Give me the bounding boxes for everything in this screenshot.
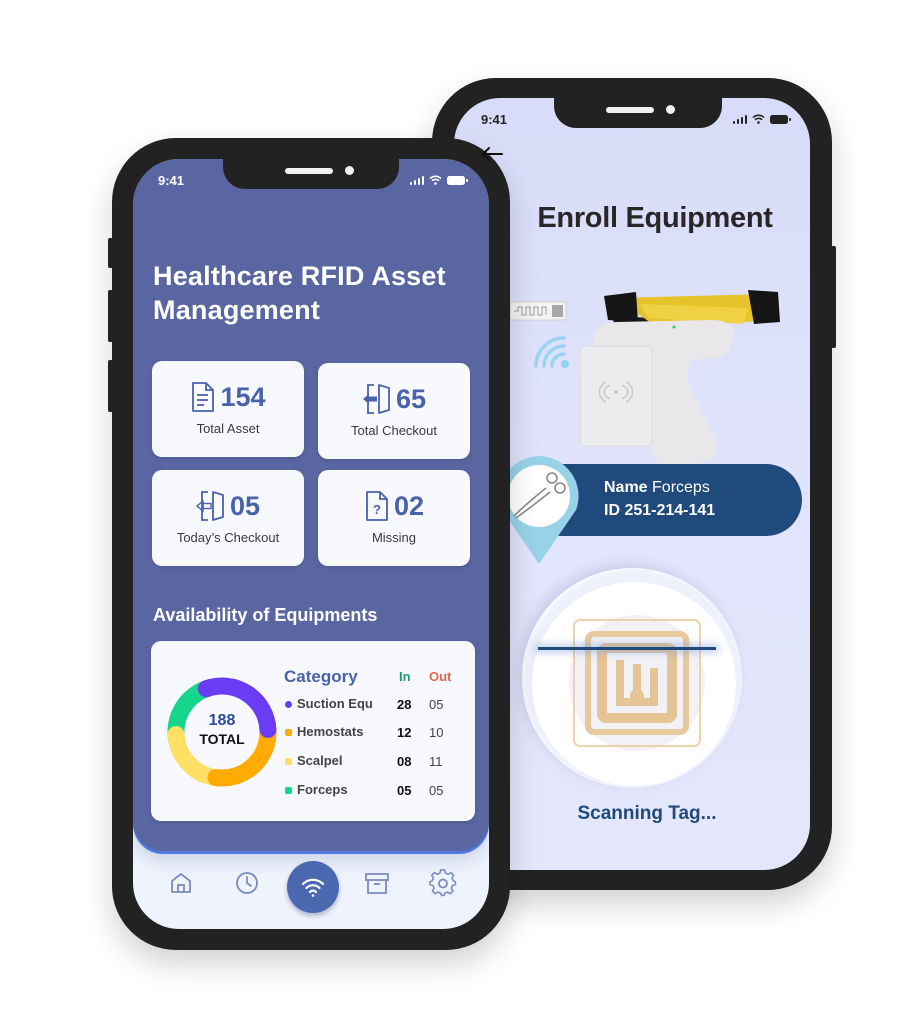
category-name: Scalpel: [297, 753, 343, 768]
battery-icon: [447, 175, 468, 185]
category-name: Suction Equ: [297, 696, 373, 711]
availability-card: 188 TOTAL Category In Out Suction Equ 28…: [151, 641, 475, 821]
cellular-signal-icon: [409, 175, 424, 185]
category-in: 28: [397, 697, 412, 712]
status-time: 9:41: [481, 112, 508, 127]
speaker: [285, 168, 333, 174]
notch: [554, 98, 722, 128]
equipment-id-label: ID: [604, 502, 620, 519]
wireless-signal-icon: [534, 336, 566, 368]
legend-dot: [285, 787, 292, 794]
app-title: Healthcare RFID Asset Management: [153, 259, 483, 327]
dashboard-screen: 9:41 Healthcare RFID Asset Management 15…: [133, 159, 489, 929]
rfid-scanner-gun: [579, 290, 780, 469]
category-in: 08: [397, 754, 412, 769]
stat-card-total-checkout[interactable]: 65 Total Checkout: [318, 363, 470, 459]
svg-text:?: ?: [373, 502, 381, 517]
wireless-dot: [561, 360, 569, 368]
door-exit-icon: [195, 491, 224, 521]
out-header: Out: [429, 669, 452, 684]
power-button: [831, 246, 836, 348]
legend-dot: [285, 729, 292, 736]
category-row: Forceps 05 05: [285, 782, 465, 800]
category-out: 05: [429, 783, 444, 798]
clock-icon[interactable]: [233, 869, 261, 897]
section-title: Availability of Equipments: [153, 605, 378, 625]
category-in: 12: [397, 725, 412, 740]
volume-down-button: [108, 360, 113, 412]
stat-value: 65: [395, 383, 427, 414]
category-header: Category: [284, 667, 358, 686]
rfid-scanner-illustration: [509, 290, 780, 469]
stat-card-total-asset[interactable]: 154 Total Asset: [152, 361, 304, 457]
category-out: 10: [429, 725, 444, 740]
stat-label: Total Asset: [196, 421, 260, 436]
notch: [223, 159, 399, 189]
rfid-label-icon: [509, 301, 567, 321]
stat-card-todays-checkout[interactable]: 05 Today’s Checkout: [152, 470, 304, 566]
legend-dot: [285, 758, 292, 765]
legend-dot: [285, 701, 292, 708]
stat-value: 02: [393, 490, 425, 521]
document-icon: [192, 382, 215, 412]
category-name: Forceps: [297, 782, 348, 797]
equipment-name-value: Forceps: [652, 479, 710, 496]
wifi-status-icon: [429, 175, 442, 185]
status-icons: [409, 175, 468, 185]
scan-tab-button[interactable]: [287, 861, 339, 913]
archive-box-icon[interactable]: [363, 869, 391, 897]
category-out: 11: [429, 754, 443, 769]
dashboard-phone-frame: 9:41 Healthcare RFID Asset Management 15…: [108, 138, 510, 950]
stat-value: 05: [229, 490, 261, 521]
front-camera: [666, 105, 675, 114]
app-title-line2: Management: [153, 295, 321, 325]
stat-label: Missing: [371, 530, 417, 545]
category-row: Suction Equ 28 05: [285, 696, 465, 714]
equipment-id-value: 251-214-141: [624, 502, 716, 519]
wifi-icon: [301, 878, 325, 897]
back-arrow-icon[interactable]: [480, 146, 504, 162]
category-row: Hemostats 12 10: [285, 724, 465, 742]
stat-label: Total Checkout: [351, 423, 437, 438]
home-icon[interactable]: [167, 869, 195, 897]
in-header: In: [399, 669, 411, 684]
battery-icon: [770, 114, 791, 124]
scan-line: [538, 647, 716, 650]
donut-total-value: 188: [208, 712, 236, 729]
stat-card-missing[interactable]: ? 02 Missing: [318, 470, 470, 566]
donut-center: 188 TOTAL: [165, 711, 279, 748]
category-name: Hemostats: [297, 724, 364, 739]
status-time: 9:41: [158, 173, 185, 188]
equipment-name-label: Name: [604, 479, 648, 496]
status-icons: [732, 114, 791, 124]
door-enter-icon: [362, 384, 390, 414]
volume-up-button: [108, 290, 113, 342]
wifi-status-icon: [752, 114, 765, 124]
gear-icon[interactable]: [429, 869, 457, 897]
category-row: Scalpel 08 11: [285, 753, 465, 771]
mute-switch: [108, 238, 113, 268]
bottom-tab-bar: [133, 851, 489, 929]
rfid-tag-icon: [569, 615, 705, 751]
app-title-line1: Healthcare RFID Asset: [153, 261, 446, 291]
document-question-icon: ?: [366, 491, 388, 521]
category-in: 05: [397, 783, 412, 798]
front-camera: [345, 166, 354, 175]
cellular-signal-icon: [732, 114, 747, 124]
equipment-id: ID 251-214-141: [604, 502, 715, 520]
speaker: [606, 107, 654, 113]
stat-label: Today’s Checkout: [176, 530, 280, 545]
stat-value: 154: [220, 381, 266, 412]
donut-total-label: TOTAL: [199, 731, 245, 747]
equipment-name: Name Forceps: [604, 479, 710, 497]
category-out: 05: [429, 697, 444, 712]
